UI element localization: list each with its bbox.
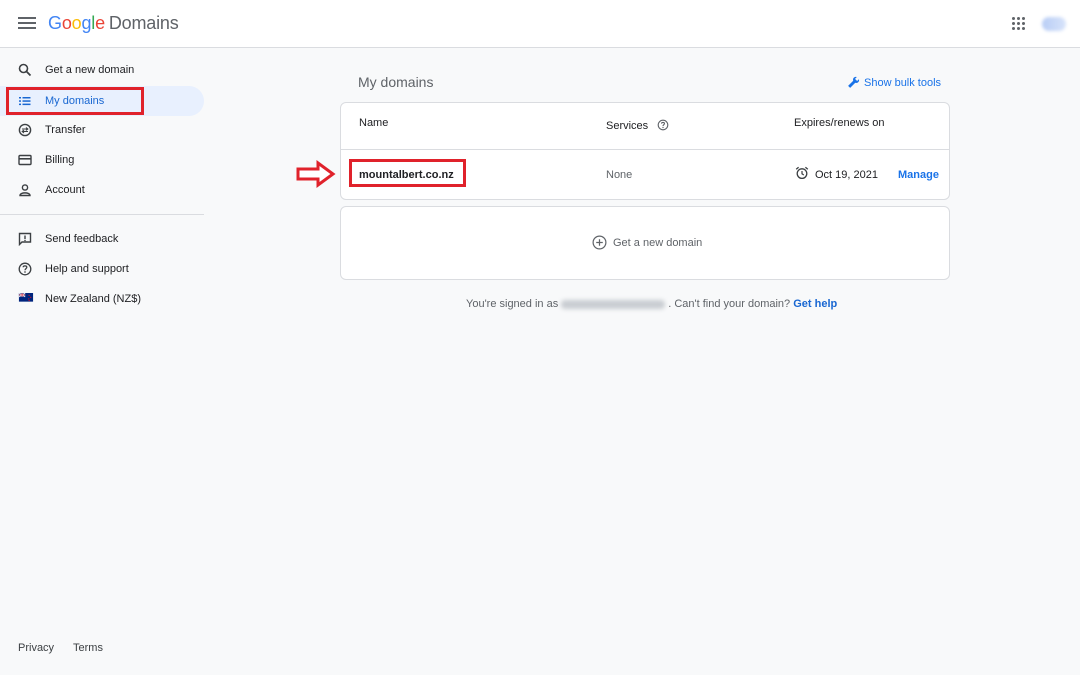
signed-in-prefix: You're signed in as — [466, 298, 559, 310]
show-bulk-tools-button[interactable]: Show bulk tools — [847, 76, 941, 89]
apps-grid-icon[interactable] — [1012, 17, 1026, 31]
red-arrow-icon — [296, 160, 336, 188]
add-circle-icon — [592, 235, 607, 250]
credit-card-icon — [18, 154, 32, 166]
services-value: None — [606, 169, 633, 181]
sidebar-item-label: New Zealand (NZ$) — [45, 293, 141, 305]
sidebar: Get a new domain My domains Transfer Bil… — [0, 48, 212, 675]
page-title: My domains — [358, 74, 434, 90]
sidebar-item-my-domains[interactable]: My domains — [0, 86, 204, 116]
sidebar-item-billing[interactable]: Billing — [0, 145, 204, 175]
list-icon — [19, 97, 31, 106]
domain-name-link[interactable]: mountalbert.co.nz — [359, 169, 454, 181]
person-icon — [19, 184, 31, 197]
get-new-domain-label: Get a new domain — [613, 237, 703, 249]
alarm-clock-icon — [795, 166, 809, 180]
account-avatar[interactable] — [1042, 17, 1066, 31]
sidebar-item-label: Get a new domain — [45, 64, 135, 76]
nz-flag-icon — [18, 293, 34, 302]
help-icon — [18, 262, 32, 276]
sidebar-item-label: Transfer — [45, 124, 86, 136]
sidebar-item-label: Send feedback — [45, 233, 119, 245]
sidebar-item-label: Billing — [45, 154, 75, 166]
google-domains-logo[interactable]: Google Domains — [48, 13, 179, 34]
services-label: Services — [606, 120, 649, 132]
sidebar-item-label: Help and support — [45, 263, 129, 275]
feedback-icon — [18, 232, 32, 246]
search-icon — [18, 63, 32, 77]
column-header-name: Name — [359, 117, 389, 129]
wrench-icon — [848, 76, 860, 88]
get-new-domain-button[interactable]: Get a new domain — [592, 235, 702, 250]
signed-in-message: You're signed in as . Can't find your dom… — [466, 298, 837, 310]
sidebar-item-label: Account — [45, 184, 85, 196]
terms-link[interactable]: Terms — [73, 642, 103, 654]
table-divider — [341, 149, 949, 150]
expiry-date: Oct 19, 2021 — [815, 169, 878, 181]
domains-table: Name Services Expires/renews on mountalb… — [340, 102, 950, 200]
sidebar-item-transfer[interactable]: Transfer — [0, 115, 204, 145]
sidebar-item-help[interactable]: Help and support — [0, 254, 204, 284]
sidebar-item-account[interactable]: Account — [0, 175, 204, 205]
sidebar-item-label: My domains — [45, 95, 105, 107]
get-new-domain-card[interactable]: Get a new domain — [340, 206, 950, 280]
menu-icon[interactable] — [18, 14, 36, 34]
column-header-expires: Expires/renews on — [794, 117, 885, 129]
sidebar-item-region[interactable]: New Zealand (NZ$) — [0, 284, 204, 314]
product-name: Domains — [108, 13, 179, 33]
transfer-icon — [18, 123, 32, 137]
sidebar-item-send-feedback[interactable]: Send feedback — [0, 224, 204, 254]
get-help-link[interactable]: Get help — [793, 298, 837, 310]
privacy-link[interactable]: Privacy — [18, 642, 54, 654]
manage-link[interactable]: Manage — [898, 169, 939, 181]
redacted-email — [561, 299, 666, 309]
sidebar-item-get-new-domain[interactable]: Get a new domain — [0, 55, 204, 85]
signed-in-suffix: . Can't find your domain? — [668, 298, 791, 310]
sidebar-divider — [0, 214, 204, 215]
column-header-services: Services — [606, 119, 669, 132]
bulk-tools-label: Show bulk tools — [864, 77, 942, 89]
top-app-bar: Google Domains — [0, 0, 1080, 48]
help-icon[interactable] — [657, 119, 669, 131]
